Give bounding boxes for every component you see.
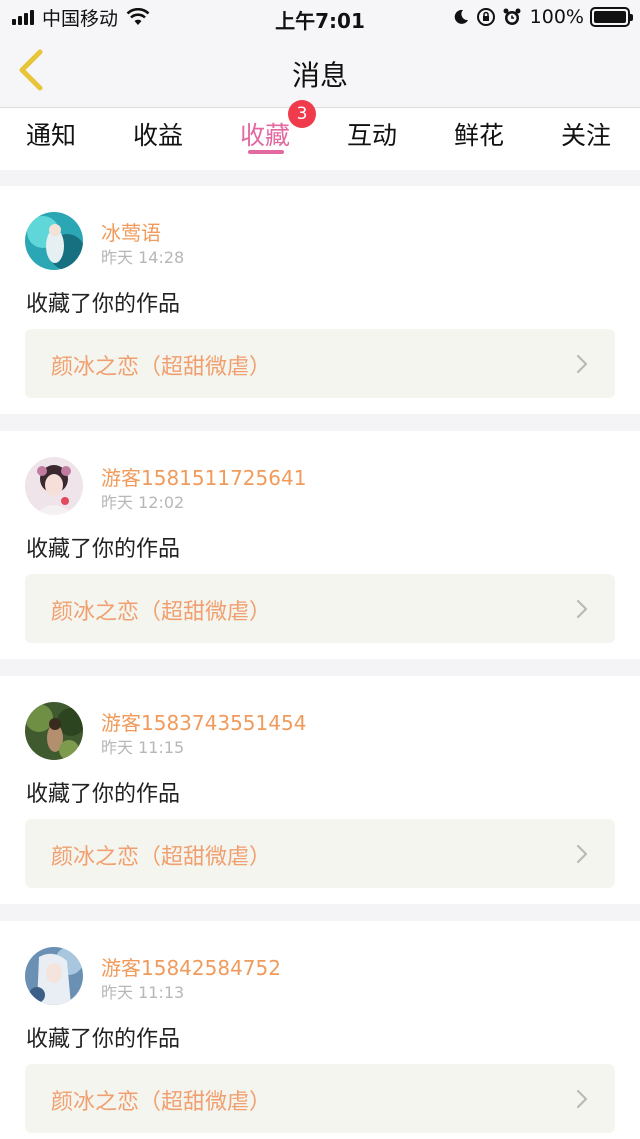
battery-percent: 100% [529,6,584,28]
work-title: 颜冰之恋（超甜微虐） [51,355,272,380]
battery-icon [590,7,633,27]
action-text: 收藏了你的作品 [26,1027,181,1052]
timestamp: 昨天 11:13 [101,983,185,1002]
work-title: 颜冰之恋（超甜微虐） [51,845,272,870]
action-text: 收藏了你的作品 [26,782,181,807]
action-text: 收藏了你的作品 [26,537,181,562]
username[interactable]: 游客1583743551454 [101,707,306,736]
chevron-right-icon [576,599,588,619]
timestamp: 昨天 12:02 [101,493,185,512]
work-link[interactable]: 颜冰之恋（超甜微虐） [25,1064,615,1133]
message-card: 游客1583743551454 昨天 11:15 收藏了你的作品 颜冰之恋（超甜… [0,676,640,904]
moon-icon [454,9,468,24]
status-bar: 中国移动 上午7:01 100% [0,0,640,34]
favorites-count-badge: 3 [288,100,316,128]
avatar[interactable] [25,947,83,1005]
work-link[interactable]: 颜冰之恋（超甜微虐） [25,329,615,398]
tab-interactions[interactable]: 互动 [347,116,397,152]
avatar[interactable] [25,212,83,270]
work-link[interactable]: 颜冰之恋（超甜微虐） [25,819,615,888]
chevron-right-icon [576,354,588,374]
tab-favorites[interactable]: 收藏 [240,116,290,152]
action-text: 收藏了你的作品 [26,292,181,317]
avatar[interactable] [25,457,83,515]
username[interactable]: 游客15842584752 [101,952,281,981]
nav-bar: 消息 [0,34,640,108]
tab-flowers[interactable]: 鲜花 [454,116,504,152]
work-title: 颜冰之恋（超甜微虐） [51,600,272,625]
tab-notifications[interactable]: 通知 [26,116,76,152]
timestamp: 昨天 14:28 [101,248,185,267]
active-tab-indicator [248,150,284,154]
chevron-right-icon [576,844,588,864]
avatar[interactable] [25,702,83,760]
message-card: 冰莺语 昨天 14:28 收藏了你的作品 颜冰之恋（超甜微虐） [0,186,640,414]
username[interactable]: 游客1581511725641 [101,462,306,491]
timestamp: 昨天 11:15 [101,738,185,757]
work-title: 颜冰之恋（超甜微虐） [51,1090,272,1115]
chevron-right-icon [576,1089,588,1109]
page-title: 消息 [291,59,348,92]
tab-follows[interactable]: 关注 [561,116,611,152]
username[interactable]: 冰莺语 [101,217,161,246]
message-card: 游客1581511725641 昨天 12:02 收藏了你的作品 颜冰之恋（超甜… [0,431,640,659]
work-link[interactable]: 颜冰之恋（超甜微虐） [25,574,615,643]
orientation-lock-icon [476,8,495,26]
tab-earnings[interactable]: 收益 [133,116,183,152]
tab-bar: 通知 收益 收藏 互动 鲜花 关注 [0,108,640,170]
message-card: 游客15842584752 昨天 11:13 收藏了你的作品 颜冰之恋（超甜微虐… [0,921,640,1139]
alarm-icon [503,8,521,25]
status-right: 100% [452,6,633,28]
